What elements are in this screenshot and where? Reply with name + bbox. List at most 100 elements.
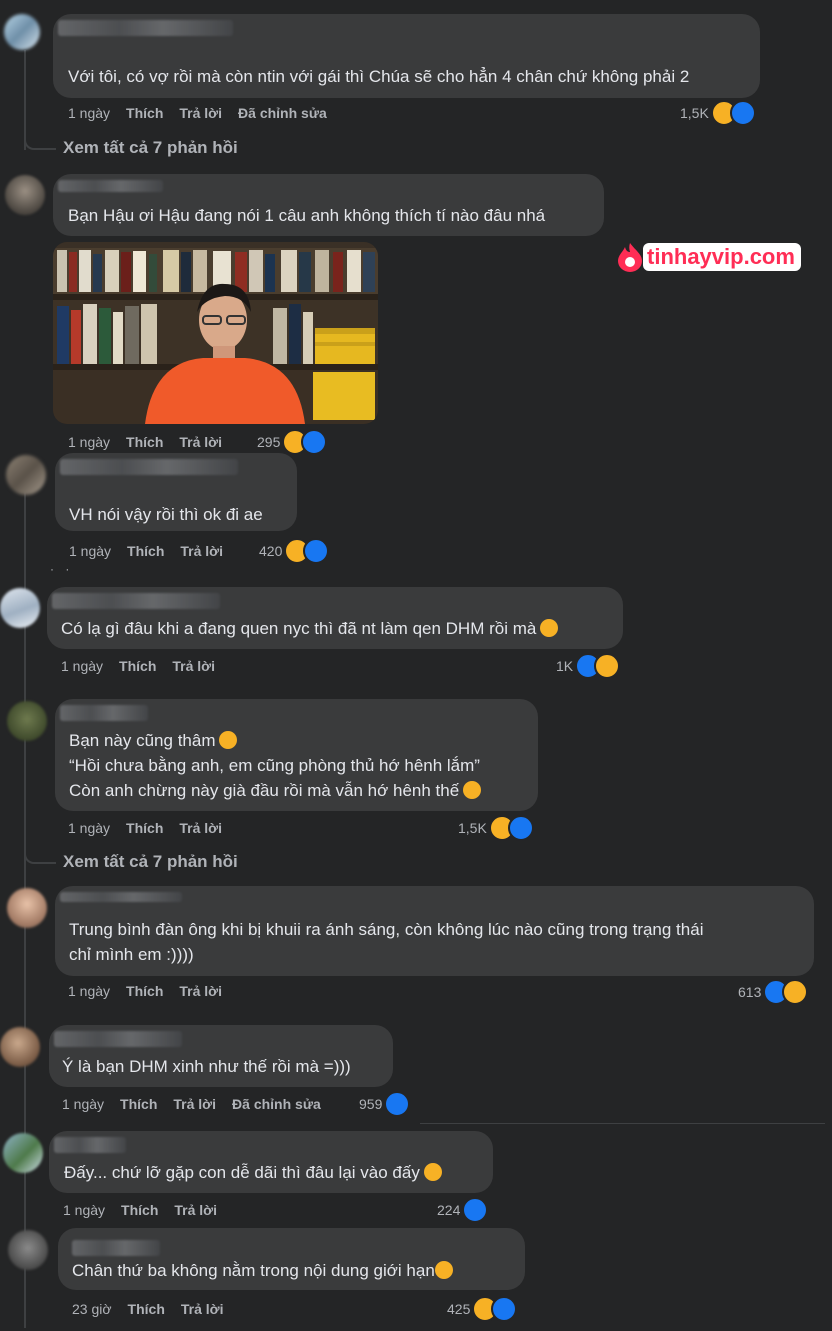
- shocked-emoji-icon: [423, 1163, 442, 1181]
- commenter-name[interactable]: [54, 1031, 182, 1047]
- comment-actions: 1 ngày Thích Trả lời: [68, 983, 238, 999]
- watermark-brand: tinhayvip: [647, 244, 744, 269]
- commenter-name[interactable]: [52, 593, 220, 609]
- like-icon: [462, 1197, 489, 1223]
- watermark: tinhayvip .com: [617, 240, 801, 274]
- comment-time[interactable]: 1 ngày: [63, 1202, 105, 1218]
- comment-text: Với tôi, có vợ rồi mà còn ntin với gái t…: [68, 67, 690, 86]
- like-button[interactable]: Thích: [120, 1096, 157, 1112]
- thread-connector: [24, 834, 56, 864]
- reply-button[interactable]: Trả lời: [173, 1096, 216, 1112]
- comment-text: chỉ mình em :)))): [69, 945, 194, 964]
- reaction-count: 425: [447, 1301, 471, 1317]
- like-icon: [301, 429, 328, 455]
- comment-time[interactable]: 1 ngày: [61, 658, 103, 674]
- laughing-emoji-icon: [463, 781, 482, 799]
- commenter-name[interactable]: [54, 1137, 126, 1153]
- watermark-text: tinhayvip .com: [643, 243, 801, 271]
- comment-text: Chân thứ ba không nằm trong nội dung giớ…: [72, 1258, 453, 1284]
- comment-time[interactable]: 1 ngày: [69, 543, 111, 559]
- avatar[interactable]: [8, 1230, 48, 1270]
- reply-button[interactable]: Trả lời: [172, 658, 215, 674]
- typing-dots: · ·: [50, 562, 74, 576]
- reply-button[interactable]: Trả lời: [179, 983, 222, 999]
- reply-button[interactable]: Trả lời: [180, 543, 223, 559]
- reaction-count: 1,5K: [680, 105, 709, 121]
- like-button[interactable]: Thích: [126, 105, 163, 121]
- comment-text: “Hồi chưa bằng anh, em cũng phòng thủ hớ…: [69, 756, 480, 775]
- comment-line: Còn anh chừng này già đầu rồi mà vẫn hớ …: [69, 781, 460, 800]
- comment-time[interactable]: 1 ngày: [68, 983, 110, 999]
- like-button[interactable]: Thích: [126, 983, 163, 999]
- reaction-count: 420: [259, 543, 283, 559]
- avatar[interactable]: [6, 455, 46, 495]
- laughing-emoji-icon: [434, 1261, 453, 1279]
- reaction-summary[interactable]: 1,5K: [680, 100, 756, 126]
- reaction-summary[interactable]: 959: [359, 1091, 411, 1117]
- commenter-name[interactable]: [60, 459, 238, 475]
- comment-text: Có lạ gì đâu khi a đang quen nyc thì đã …: [61, 616, 559, 642]
- flame-logo-icon: [618, 243, 642, 272]
- commenter-name[interactable]: [58, 20, 233, 36]
- comment-text: Đấy... chứ lỡ gặp con dễ dãi thì đâu lại…: [64, 1160, 442, 1186]
- avatar[interactable]: [7, 888, 47, 928]
- comment-time[interactable]: 1 ngày: [62, 1096, 104, 1112]
- comment-actions: 1 ngày Thích Trả lời Đã chỉnh sửa: [68, 105, 343, 121]
- comment-actions: 1 ngày Thích Trả lời: [63, 1202, 233, 1218]
- comment-time[interactable]: 1 ngày: [68, 434, 110, 450]
- like-button[interactable]: Thích: [127, 543, 164, 559]
- like-button[interactable]: Thích: [119, 658, 156, 674]
- see-all-replies-link[interactable]: Xem tất cả 7 phản hồi: [63, 138, 238, 158]
- comment-actions: 1 ngày Thích Trả lời: [68, 434, 238, 450]
- reply-button[interactable]: Trả lời: [179, 820, 222, 836]
- reaction-count: 959: [359, 1096, 383, 1112]
- avatar[interactable]: [7, 701, 47, 741]
- divider: [420, 1123, 825, 1124]
- reaction-summary[interactable]: 425: [447, 1296, 518, 1322]
- watermark-domain: .com: [743, 244, 795, 269]
- reaction-summary[interactable]: 1K: [556, 653, 621, 679]
- comment-time[interactable]: 1 ngày: [68, 820, 110, 836]
- see-all-replies-link[interactable]: Xem tất cả 7 phản hồi: [63, 852, 238, 872]
- avatar[interactable]: [5, 175, 45, 215]
- comment-time[interactable]: 23 giờ: [72, 1301, 112, 1317]
- commenter-name[interactable]: [60, 892, 182, 902]
- like-icon: [384, 1091, 411, 1117]
- commenter-name[interactable]: [58, 180, 163, 192]
- comment-line: Bạn này cũng thâm: [69, 731, 216, 750]
- reply-button[interactable]: Trả lời: [179, 434, 222, 450]
- edited-label[interactable]: Đã chỉnh sửa: [232, 1096, 321, 1112]
- comment-text: Bạn này cũng thâm: [69, 728, 238, 754]
- comment-time[interactable]: 1 ngày: [68, 105, 110, 121]
- comment-actions: 1 ngày Thích Trả lời: [69, 543, 239, 559]
- like-button[interactable]: Thích: [126, 820, 163, 836]
- laughing-emoji-icon: [219, 731, 238, 749]
- avatar[interactable]: [0, 1027, 40, 1067]
- avatar[interactable]: [4, 14, 40, 50]
- avatar[interactable]: [3, 1133, 43, 1173]
- commenter-name[interactable]: [60, 705, 148, 721]
- reaction-summary[interactable]: 1,5K: [458, 815, 534, 841]
- reaction-summary[interactable]: 295: [257, 429, 328, 455]
- reply-button[interactable]: Trả lời: [179, 105, 222, 121]
- reaction-count: 1,5K: [458, 820, 487, 836]
- reaction-count: 1K: [556, 658, 574, 674]
- comment-text: Còn anh chừng này già đầu rồi mà vẫn hớ …: [69, 778, 482, 804]
- avatar[interactable]: [0, 588, 40, 628]
- comment-text: VH nói vậy rồi thì ok đi ae: [69, 505, 263, 524]
- like-icon: [729, 100, 756, 126]
- reaction-summary[interactable]: 420: [259, 538, 330, 564]
- reaction-summary[interactable]: 224: [437, 1197, 489, 1223]
- attached-photo[interactable]: [53, 242, 378, 424]
- like-button[interactable]: Thích: [121, 1202, 158, 1218]
- commenter-name[interactable]: [72, 1240, 160, 1256]
- like-button[interactable]: Thích: [126, 434, 163, 450]
- thread-connector: [24, 120, 56, 150]
- reaction-count: 295: [257, 434, 281, 450]
- edited-label[interactable]: Đã chỉnh sửa: [238, 105, 327, 121]
- like-button[interactable]: Thích: [128, 1301, 165, 1317]
- reply-button[interactable]: Trả lời: [181, 1301, 224, 1317]
- reaction-summary[interactable]: 613: [738, 979, 809, 1005]
- reaction-count: 224: [437, 1202, 461, 1218]
- reply-button[interactable]: Trả lời: [174, 1202, 217, 1218]
